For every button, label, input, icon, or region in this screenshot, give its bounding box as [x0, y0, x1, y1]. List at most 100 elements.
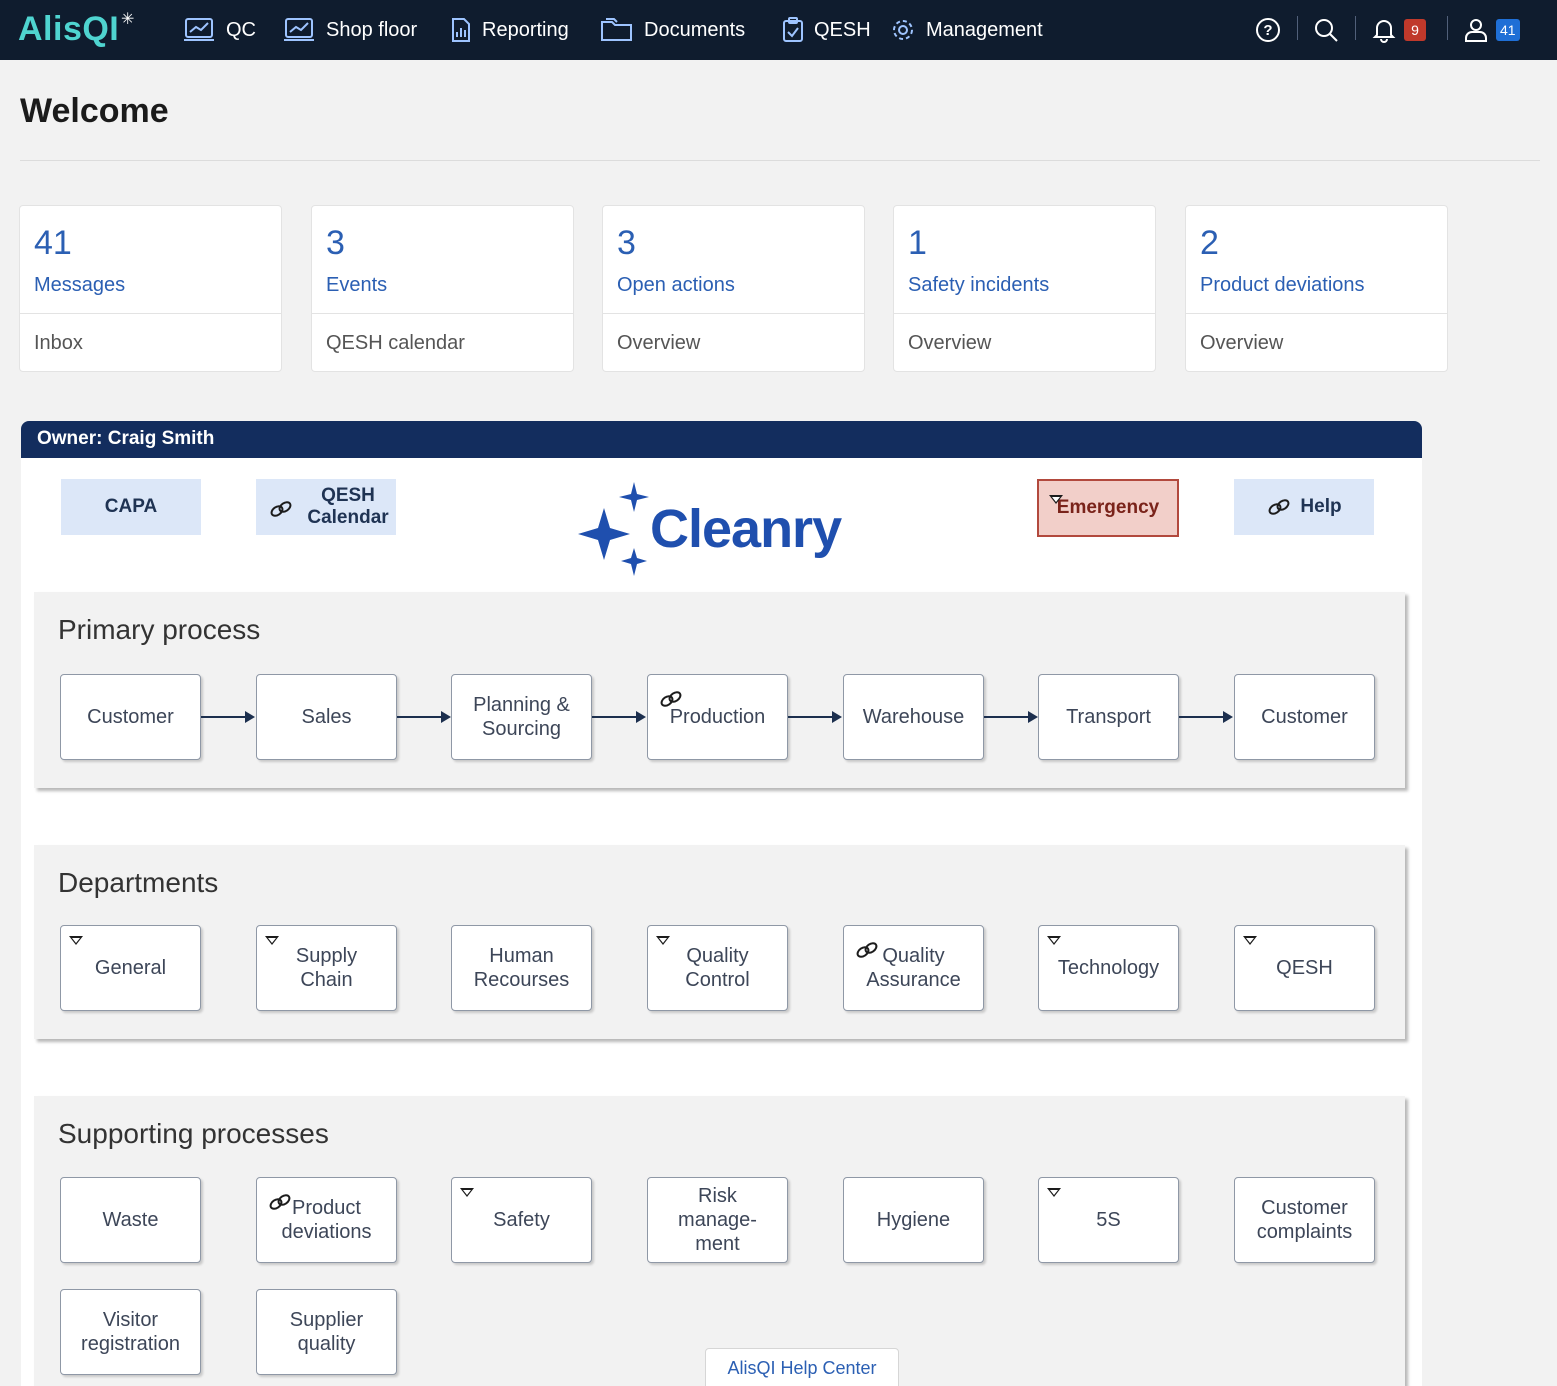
step-label: Customer — [87, 706, 174, 728]
nav-qc-label: QC — [226, 18, 256, 41]
card-footer-link[interactable]: Overview — [1200, 332, 1283, 355]
step-label: Sales — [301, 706, 352, 728]
department-supply-chain[interactable]: Supply Chain — [256, 925, 397, 1011]
card-footer-link[interactable]: Overview — [908, 332, 991, 355]
support-label: Customer complaints — [1256, 1197, 1353, 1243]
department-qesh[interactable]: QESH — [1234, 925, 1375, 1011]
alisqi-logo[interactable]: AlisQI — [18, 10, 119, 49]
capa-label: CAPA — [104, 496, 158, 517]
help-button[interactable]: ? — [1254, 0, 1282, 60]
step-label: Production — [669, 706, 766, 728]
step-label: Planning & Sourcing — [473, 694, 570, 740]
support-customer-complaints[interactable]: Customer complaints — [1234, 1177, 1375, 1263]
help-center-link[interactable]: AlisQI Help Center — [705, 1348, 899, 1386]
card-safety-incidents[interactable]: 1 Safety incidents Overview — [893, 205, 1156, 372]
card-count: 3 — [617, 224, 636, 262]
flow-arrow — [201, 711, 255, 723]
department-human-recourses[interactable]: Human Recourses — [451, 925, 592, 1011]
department-label: Quality Control — [685, 945, 750, 991]
emergency-label: Emergency — [1056, 497, 1160, 518]
card-label[interactable]: Product deviations — [1200, 274, 1365, 297]
dropdown-triangle-icon — [69, 936, 83, 945]
page-title: Welcome — [20, 92, 169, 130]
card-messages[interactable]: 41 Messages Inbox — [19, 205, 282, 372]
messages-badge: 41 — [1496, 19, 1520, 41]
nav-qesh[interactable]: QESH — [782, 0, 871, 60]
department-label: QESH — [1276, 957, 1333, 979]
link-icon — [856, 942, 878, 958]
support-label: Supplier quality — [289, 1309, 364, 1355]
process-step-customer[interactable]: Customer — [60, 674, 201, 760]
support-label: 5S — [1096, 1209, 1121, 1231]
card-count: 41 — [34, 224, 72, 262]
support-product-deviations[interactable]: Product deviations — [256, 1177, 397, 1263]
emergency-button[interactable]: Emergency — [1037, 479, 1179, 537]
card-count: 1 — [908, 224, 927, 262]
card-label[interactable]: Open actions — [617, 274, 735, 297]
card-divider — [20, 313, 281, 314]
dropdown-triangle-icon — [1049, 495, 1063, 504]
card-events[interactable]: 3 Events QESH calendar — [311, 205, 574, 372]
search-button[interactable] — [1312, 0, 1340, 60]
department-label: Human Recourses — [473, 945, 570, 991]
question-circle-icon: ? — [1256, 18, 1280, 42]
support-label: Waste — [102, 1209, 159, 1231]
card-open-actions[interactable]: 3 Open actions Overview — [602, 205, 865, 372]
nav-separator — [1297, 16, 1298, 40]
card-footer-link[interactable]: QESH calendar — [326, 332, 465, 355]
nav-reporting[interactable]: Reporting — [450, 0, 569, 60]
capa-button[interactable]: CAPA — [61, 479, 201, 535]
cleanry-logo: Cleanry — [572, 480, 862, 580]
support-waste[interactable]: Waste — [60, 1177, 201, 1263]
support-hygiene[interactable]: Hygiene — [843, 1177, 984, 1263]
gear-icon — [893, 20, 913, 40]
cleanry-wordmark: Cleanry — [650, 499, 842, 559]
nav-qc[interactable]: QC — [182, 0, 256, 60]
card-footer-link[interactable]: Overview — [617, 332, 700, 355]
process-step-sales[interactable]: Sales — [256, 674, 397, 760]
card-divider — [312, 313, 573, 314]
svg-text:?: ? — [1263, 22, 1272, 39]
support-visitor-registration[interactable]: Visitor registration — [60, 1289, 201, 1375]
link-icon — [1268, 499, 1290, 515]
support-supplier-quality[interactable]: Supplier quality — [256, 1289, 397, 1375]
card-label[interactable]: Events — [326, 274, 387, 297]
process-step-warehouse[interactable]: Warehouse — [843, 674, 984, 760]
notifications-button[interactable]: 9 — [1370, 0, 1426, 60]
support-5s[interactable]: 5S — [1038, 1177, 1179, 1263]
step-label: Warehouse — [862, 706, 965, 728]
department-quality-control[interactable]: Quality Control — [647, 925, 788, 1011]
nav-shop-floor[interactable]: Shop floor — [282, 0, 417, 60]
nav-management[interactable]: Management — [890, 0, 1043, 60]
card-label[interactable]: Safety incidents — [908, 274, 1049, 297]
support-safety[interactable]: Safety — [451, 1177, 592, 1263]
chart-icon — [184, 18, 214, 41]
card-footer-link[interactable]: Inbox — [34, 332, 83, 355]
support-label: Hygiene — [876, 1209, 951, 1231]
department-quality-assurance[interactable]: Quality Assurance — [843, 925, 984, 1011]
process-step-transport[interactable]: Transport — [1038, 674, 1179, 760]
flow-arrow — [1179, 711, 1233, 723]
step-label: Transport — [1066, 706, 1151, 728]
card-product-deviations[interactable]: 2 Product deviations Overview — [1185, 205, 1448, 372]
department-general[interactable]: General — [60, 925, 201, 1011]
nav-documents-label: Documents — [644, 18, 746, 41]
folder-icon — [601, 18, 632, 41]
card-count: 2 — [1200, 224, 1219, 262]
nav-documents[interactable]: Documents — [600, 0, 745, 60]
step-label: Customer — [1261, 706, 1348, 728]
process-step-production[interactable]: Production — [647, 674, 788, 760]
process-step-planning-sourcing[interactable]: Planning & Sourcing — [451, 674, 592, 760]
process-step-customer-end[interactable]: Customer — [1234, 674, 1375, 760]
qesh-calendar-button[interactable]: QESH Calendar — [256, 479, 396, 535]
help-link-button[interactable]: Help — [1234, 479, 1374, 535]
dropdown-triangle-icon — [1047, 936, 1061, 945]
support-risk-management[interactable]: Risk manage-ment — [647, 1177, 788, 1263]
department-technology[interactable]: Technology — [1038, 925, 1179, 1011]
user-menu-button[interactable]: 41 — [1462, 0, 1520, 60]
support-label: Risk manage-ment — [678, 1185, 757, 1255]
card-label[interactable]: Messages — [34, 274, 125, 297]
flow-arrow — [397, 711, 451, 723]
section-title: Departments — [58, 867, 219, 898]
notifications-badge: 9 — [1404, 19, 1426, 41]
